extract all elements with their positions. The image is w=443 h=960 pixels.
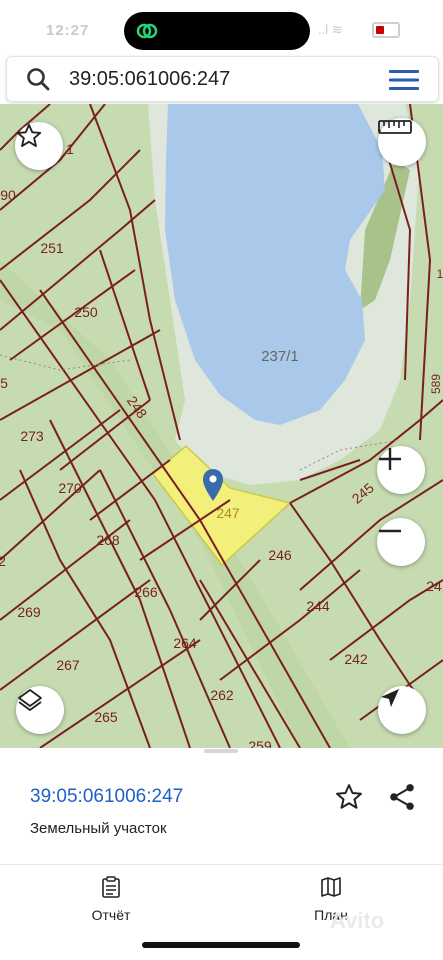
parcel-label: 251 [40, 240, 64, 256]
hamburger-menu-icon[interactable] [387, 67, 421, 93]
dynamic-island [124, 12, 310, 50]
minus-icon [379, 529, 401, 533]
parcel-label: 90 [0, 187, 16, 203]
ruler-button[interactable] [378, 118, 426, 166]
layers-icon [18, 689, 42, 711]
parcel-label: 270 [58, 480, 82, 496]
ruler-icon [378, 120, 412, 134]
battery-icon [372, 22, 400, 38]
parcel-type-label: Земельный участок [30, 820, 167, 837]
search-input[interactable]: 39:05:061006:247 [69, 68, 230, 91]
link-icon [136, 23, 158, 39]
parcel-label: 589 [429, 374, 443, 394]
parcel-label: 262 [210, 687, 234, 703]
tab-report-label: Отчёт [91, 907, 131, 923]
parcel-label: 268 [96, 532, 120, 548]
cadastral-number-link[interactable]: 39:05:061006:247 [30, 786, 183, 808]
bottom-sheet[interactable]: 39:05:061006:247 Земельный участок Отчёт… [0, 748, 443, 960]
divider [0, 864, 443, 865]
status-time: 12:27 [46, 22, 90, 39]
lake-label: 237/1 [261, 348, 299, 365]
selected-parcel-label: 247 [216, 505, 240, 521]
parcel-label: 242 [344, 651, 368, 667]
parcel-label: 265 [94, 709, 118, 725]
parcel-label: 246 [268, 547, 292, 563]
parcel-label: 269 [17, 604, 41, 620]
plus-icon [379, 448, 401, 470]
avito-watermark: Avito [330, 908, 385, 933]
parcel-label: 2 [0, 553, 6, 569]
map-canvas[interactable]: 237/1 247 1 90 251 250 5 273 248 270 268… [0, 104, 443, 748]
tab-report[interactable]: Отчёт [61, 876, 161, 923]
sheet-drag-handle[interactable] [204, 749, 238, 753]
map-plan-icon [321, 877, 341, 897]
parcel-label: 250 [74, 304, 98, 320]
zoom-out-button[interactable] [377, 518, 425, 566]
parcel-label: 267 [56, 657, 80, 673]
share-icon[interactable] [388, 782, 416, 812]
parcel-label: 1 [437, 267, 443, 281]
parcel-label: 273 [20, 428, 44, 444]
navigation-arrow-icon [381, 689, 399, 707]
report-icon [102, 876, 120, 898]
layers-button[interactable] [16, 686, 64, 734]
search-icon[interactable] [25, 66, 51, 92]
cadastral-map[interactable]: 237/1 247 1 90 251 250 5 273 248 270 268… [0, 104, 443, 748]
parcel-label: 1 [66, 141, 74, 157]
home-indicator[interactable] [142, 942, 300, 948]
parcel-label: 245 [349, 479, 377, 506]
search-bar[interactable]: 39:05:061006:247 [6, 56, 439, 102]
zoom-in-button[interactable] [377, 446, 425, 494]
parcel-label: 259 [248, 738, 272, 748]
star-outline-icon[interactable] [334, 782, 364, 812]
parcel-label: 5 [0, 375, 8, 391]
status-bar: 12:27 ..l ≋ [0, 0, 443, 58]
parcel-label: 266 [134, 584, 158, 600]
star-outline-icon [16, 123, 42, 147]
favorite-map-button[interactable] [15, 122, 63, 170]
parcel-label: 264 [173, 635, 197, 651]
parcel-label: 244 [306, 598, 330, 614]
signal-wifi-indicator: ..l ≋ [318, 22, 343, 37]
parcel-label: 24 [426, 578, 442, 594]
my-location-button[interactable] [378, 686, 426, 734]
